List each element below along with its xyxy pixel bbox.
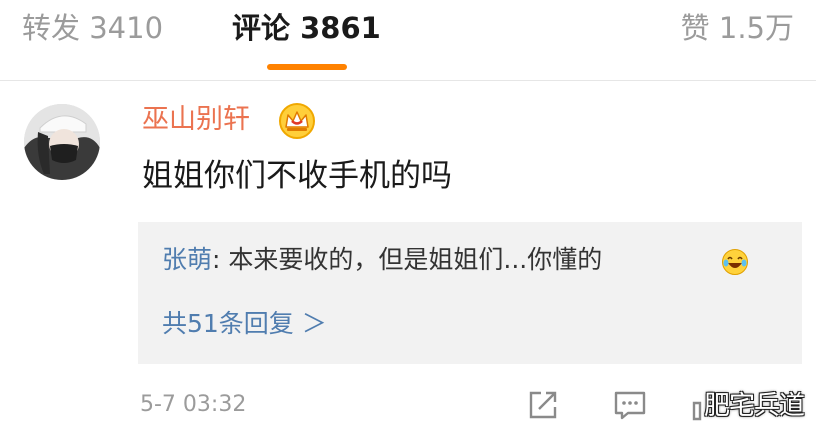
share-icon[interactable] bbox=[525, 387, 561, 423]
reply-separator: : bbox=[212, 245, 229, 274]
comment-icon[interactable] bbox=[612, 387, 648, 423]
avatar[interactable] bbox=[24, 104, 100, 180]
comment-text: 姐姐你们不收手机的吗 bbox=[142, 158, 452, 194]
reply-line: 张萌: 本来要收的，但是姐姐们...你懂的 bbox=[162, 242, 602, 278]
laugh-cry-emoji bbox=[722, 249, 748, 275]
comment-timestamp: 5-7 03:32 bbox=[140, 392, 247, 417]
view-all-replies-link[interactable]: 共51条回复 ＞ bbox=[162, 306, 327, 342]
active-tab-indicator bbox=[267, 64, 347, 70]
user-avatar-photo bbox=[24, 104, 100, 180]
reply-text: 本来要收的，但是姐姐们...你懂的 bbox=[228, 245, 603, 274]
reply-box[interactable]: 张萌: 本来要收的，但是姐姐们...你懂的 共51条回复 ＞ bbox=[138, 222, 802, 364]
comment-username[interactable]: 巫山别轩 bbox=[142, 102, 250, 138]
tab-comment[interactable]: 评论 3861 bbox=[232, 8, 381, 48]
watermark: 肥宅兵道 bbox=[704, 391, 805, 421]
reply-author[interactable]: 张萌 bbox=[162, 245, 212, 274]
tab-repost[interactable]: 转发 3410 bbox=[22, 8, 163, 48]
comment-tabs: 转发 3410 评论 3861 赞 1.5万 bbox=[0, 0, 816, 80]
vip-crown-icon bbox=[279, 103, 315, 139]
tab-like[interactable]: 赞 1.5万 bbox=[681, 8, 794, 48]
tabs-divider bbox=[0, 80, 816, 81]
